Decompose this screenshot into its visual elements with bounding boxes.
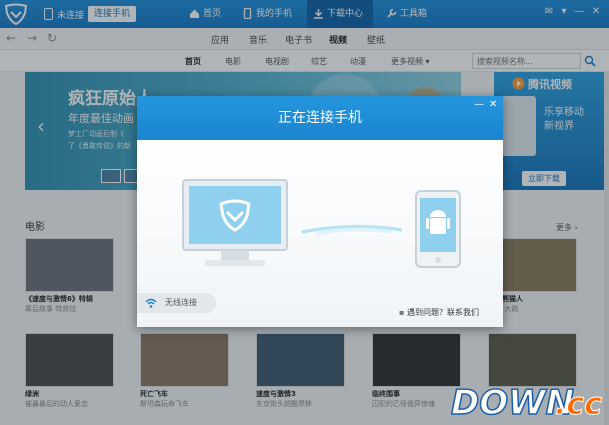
wifi-label: 无线连接 [165,298,197,307]
dialog-minimize-icon[interactable]: — [474,98,484,112]
connection-beam [301,224,403,236]
dialog-header: 正在连接手机 — ✕ [137,96,503,140]
svg-text:.cc: .cc [555,387,602,422]
wireless-connect-button[interactable]: 无线连接 [137,293,216,313]
connecting-phone-dialog: 正在连接手机 — ✕ 无线连接 ▪ 遇到问题？联系我们 [137,96,503,327]
dialog-title: 正在连接手机 [278,110,362,126]
android-phone-icon [415,190,461,268]
wifi-icon [145,298,157,308]
down-cc-watermark-logo: DOWN .cc [450,382,602,422]
computer-monitor-icon [182,179,288,266]
dialog-body: 无线连接 ▪ 遇到问题？联系我们 [137,140,503,327]
help-text: 遇到问题？联系我们 [406,308,479,317]
dialog-close-icon[interactable]: ✕ [489,98,497,112]
chat-icon: ▪ [399,308,405,317]
help-link[interactable]: ▪ 遇到问题？联系我们 [399,307,479,318]
